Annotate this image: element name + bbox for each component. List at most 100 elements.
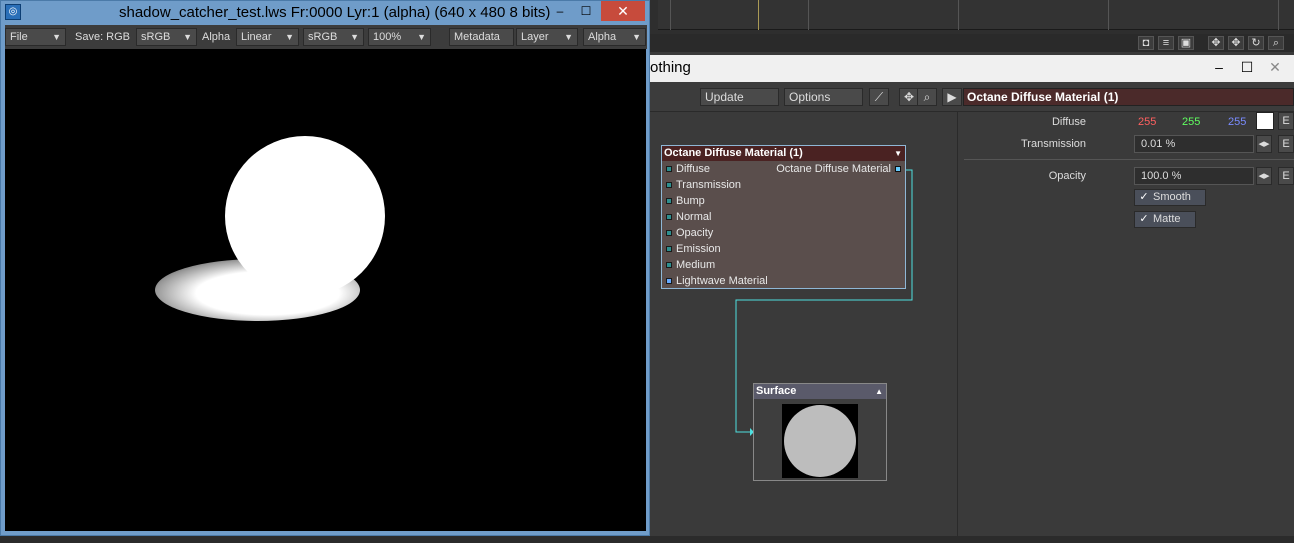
app-icon[interactable]: ◎ [5,4,21,20]
render-sphere [225,136,385,296]
output-port[interactable] [895,166,901,172]
node-input-opacity[interactable]: Opacity [662,225,905,241]
input-label: Bump [676,195,705,207]
input-port[interactable] [666,166,672,172]
save-space-dropdown[interactable]: sRGB ▼ [136,28,197,46]
surface-node[interactable]: Surface ▲ [753,383,887,481]
alpha-mode-label: Linear [241,31,272,43]
color-space-dropdown[interactable]: sRGB ▼ [303,28,364,46]
update-button[interactable]: Update [700,88,779,106]
transmission-envelope-button[interactable]: E [1278,135,1294,153]
input-label: Diffuse [676,163,711,175]
input-label: Normal [676,211,712,223]
channel-label: Alpha [588,31,617,43]
checkmark-icon: ✓ [1139,191,1149,203]
node-input-bump[interactable]: Bump [662,193,905,209]
camera-icon[interactable]: ◘ [1138,36,1154,50]
list-icon[interactable]: ≡ [1158,36,1174,50]
layer-dropdown[interactable]: Layer ▼ [516,28,578,46]
play-icon[interactable]: ▶ [942,88,962,106]
surface-preview [782,404,858,478]
viewport-iconbar: ◘ ≡ ▣ ✥ ✥ ↻ ⌕ [650,34,1294,52]
smooth-checkbox[interactable]: ✓ Smooth [1134,189,1206,206]
chevron-down-icon: ▼ [285,32,294,42]
render-canvas[interactable] [5,49,646,531]
chevron-down-icon: ▼ [632,32,641,42]
minimize-icon[interactable]: ‒ [547,1,573,21]
zoom-icon[interactable]: ⌕ [917,88,937,106]
maximize-icon[interactable]: ☐ [1236,57,1258,77]
chevron-down-icon: ▼ [417,32,426,42]
chevron-down-icon: ▼ [350,32,359,42]
alpha-label: Alpha [202,31,231,43]
input-label: Medium [676,259,716,271]
opacity-field[interactable]: 100.0 % [1134,167,1254,185]
octane-node-header[interactable]: Octane Diffuse Material (1) ▼ [662,146,905,161]
diffuse-g-value[interactable]: 255 [1182,116,1200,128]
transmission-slider-icon[interactable]: ◂▸ [1256,135,1272,153]
move-all-icon[interactable]: ✥ [1228,36,1244,50]
node-editor-toolbar: Update Options ⟋ ✥ ⌕ ▶ Octane Diffuse Ma… [650,82,1294,112]
surface-node-header[interactable]: Surface ▲ [754,384,886,399]
input-port[interactable] [666,278,672,284]
node-input-diffuse[interactable]: Diffuse Octane Diffuse Material [662,161,905,177]
pan-icon[interactable]: ✥ [899,88,919,106]
zoom-dropdown[interactable]: 100% ▼ [368,28,431,46]
node-editor-title: othing [650,59,691,76]
opacity-envelope-button[interactable]: E [1278,167,1294,185]
transmission-field[interactable]: 0.01 % [1134,135,1254,153]
input-port[interactable] [666,230,672,236]
move-icon[interactable]: ✥ [1208,36,1224,50]
properties-panel: Diffuse 255 255 255 E Transmission 0.01 … [960,112,1294,538]
node-input-emission[interactable]: Emission [662,241,905,257]
close-icon[interactable]: ✕ [1264,57,1286,77]
diffuse-envelope-button[interactable]: E [1278,112,1294,130]
minimize-icon[interactable]: ‒ [1208,57,1230,77]
transmission-label: Transmission [1021,138,1086,150]
timeline[interactable] [658,0,1294,30]
input-port[interactable] [666,214,672,220]
diffuse-b-value[interactable]: 255 [1228,116,1246,128]
alpha-mode-dropdown[interactable]: Linear ▼ [236,28,299,46]
color-space-label: sRGB [308,31,338,43]
input-label: Lightwave Material [676,275,768,287]
input-port[interactable] [666,198,672,204]
timeline-tick [1108,0,1109,30]
node-editor-titlebar[interactable]: othing ‒ ☐ ✕ [650,55,1294,82]
metadata-button[interactable]: Metadata [449,28,514,46]
node-input-transmission[interactable]: Transmission [662,177,905,193]
zoom-icon[interactable]: ⌕ [1268,36,1284,50]
bottom-status-bar [0,536,1294,543]
file-dropdown[interactable]: File ▼ [5,28,66,46]
node-input-normal[interactable]: Normal [662,209,905,225]
input-port[interactable] [666,262,672,268]
input-port[interactable] [666,246,672,252]
close-icon[interactable]: ✕ [601,1,645,21]
maximize-icon[interactable]: ☐ [573,1,599,21]
collapse-icon[interactable]: ▼ [894,146,902,161]
diffuse-r-value[interactable]: 255 [1138,116,1156,128]
diffuse-color-swatch[interactable] [1256,112,1274,130]
opacity-label: Opacity [1048,170,1086,182]
viewer-title: shadow_catcher_test.lws Fr:0000 Lyr:1 (a… [119,4,551,21]
node-input-lightwave-material[interactable]: Lightwave Material [662,273,905,289]
timeline-current-frame [758,0,759,30]
input-port[interactable] [666,182,672,188]
viewer-titlebar[interactable]: ◎ shadow_catcher_test.lws Fr:0000 Lyr:1 … [1,1,649,25]
viewer-toolbar: File ▼ Save: RGB sRGB ▼ Alpha Linear ▼ sRGB… [5,25,647,49]
octane-diffuse-node[interactable]: Octane Diffuse Material (1) ▼ Diffuse Oc… [661,145,906,289]
opacity-slider-icon[interactable]: ◂▸ [1256,167,1272,185]
rotate-icon[interactable]: ↻ [1248,36,1264,50]
channel-dropdown[interactable]: Alpha ▼ [583,28,646,46]
zoom-label: 100% [373,31,402,43]
timeline-tick [670,0,671,30]
collapse-icon[interactable]: ▲ [875,384,883,399]
save-icon[interactable]: ▣ [1178,36,1194,50]
matte-checkbox[interactable]: ✓ Matte [1134,211,1196,228]
checkmark-icon: ✓ [1139,213,1149,225]
timeline-tick [958,0,959,30]
options-button[interactable]: Options [784,88,863,106]
brush-icon[interactable]: ⟋ [869,88,889,106]
node-input-medium[interactable]: Medium [662,257,905,273]
diffuse-label: Diffuse [1051,116,1086,128]
